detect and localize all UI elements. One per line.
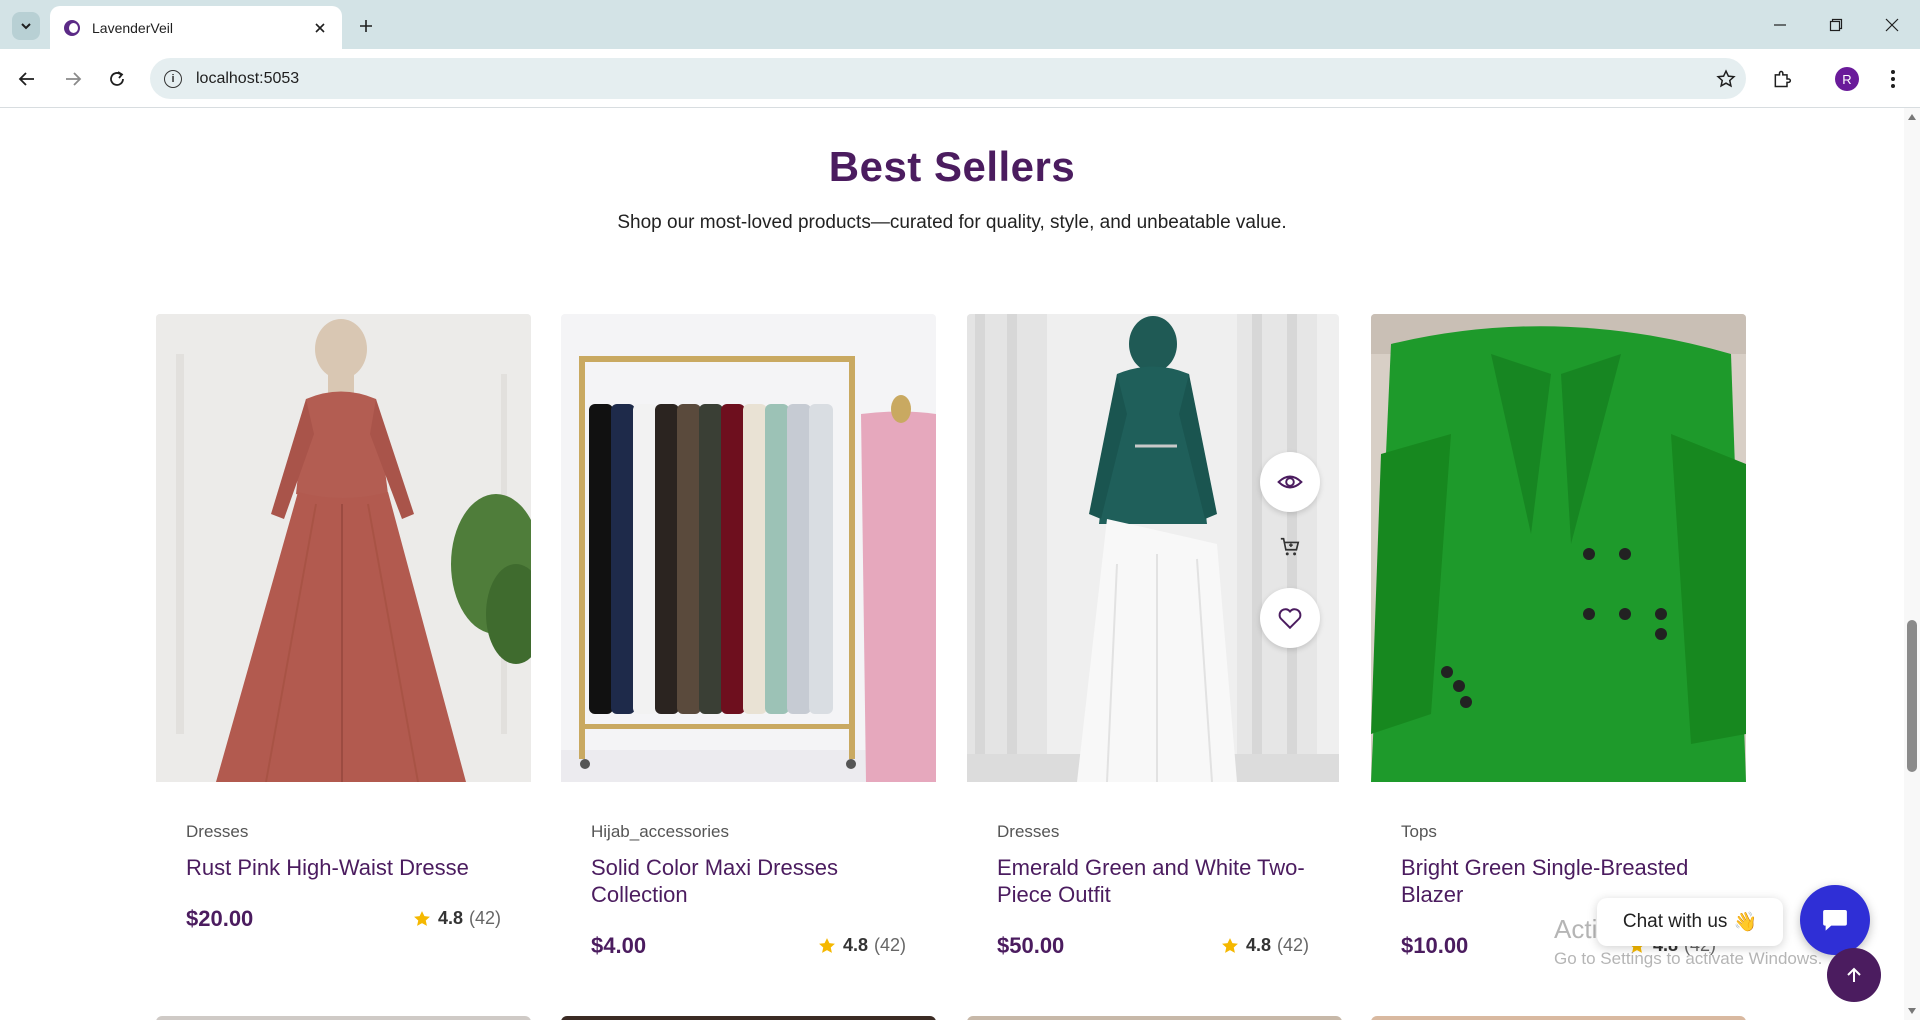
eye-icon xyxy=(1277,475,1303,489)
product-category: Hijab_accessories xyxy=(591,822,729,841)
product-image[interactable] xyxy=(156,314,531,782)
wave-emoji: 👋 xyxy=(1733,912,1758,933)
star-icon xyxy=(414,910,430,926)
browser-tab-bar: LavenderVeil xyxy=(0,0,1920,49)
product-card[interactable]: Hijab_accessories Solid Color Maxi Dress… xyxy=(561,314,936,958)
reload-button[interactable] xyxy=(101,63,133,95)
bookmark-star-button[interactable] xyxy=(1706,68,1746,89)
close-window-button[interactable] xyxy=(1864,0,1920,49)
rating-value: 4.8 xyxy=(437,908,463,928)
close-icon xyxy=(315,22,325,33)
favicon-icon xyxy=(64,19,80,36)
more-vertical-icon xyxy=(1891,70,1895,88)
profile-button[interactable]: R xyxy=(1831,63,1863,95)
next-product-image xyxy=(1371,1016,1746,1020)
cart-icon xyxy=(1280,537,1300,556)
product-rating: 4.8 (42) xyxy=(412,908,501,929)
product-category: Dresses xyxy=(997,822,1060,841)
chat-prompt-label: Chat with us xyxy=(1622,911,1728,932)
star-icon xyxy=(819,937,835,953)
next-product-image xyxy=(967,1016,1342,1020)
scrollbar-thumb[interactable] xyxy=(1907,620,1917,772)
tab-close-button[interactable] xyxy=(310,18,330,38)
back-button[interactable] xyxy=(11,63,43,95)
extensions-button[interactable] xyxy=(1766,63,1798,95)
chevron-down-icon xyxy=(21,23,31,30)
browser-toolbar: i localhost:5053 R xyxy=(0,49,1920,108)
product-name[interactable]: Solid Color Maxi Dresses Collection xyxy=(591,854,921,908)
puzzle-icon xyxy=(1774,70,1792,88)
rating-count: (42) xyxy=(873,935,906,955)
site-info-icon[interactable]: i xyxy=(164,69,182,88)
product-name[interactable]: Emerald Green and White Two-Piece Outfit xyxy=(997,854,1327,908)
browser-tab[interactable]: LavenderVeil xyxy=(50,6,342,49)
product-category: Dresses xyxy=(186,822,249,841)
back-to-top-button[interactable] xyxy=(1827,948,1881,1002)
section-title: Best Sellers xyxy=(828,143,1076,190)
product-name[interactable]: Rust Pink High-Waist Dresse xyxy=(186,854,516,881)
product-image[interactable] xyxy=(1371,314,1746,782)
forward-button[interactable] xyxy=(57,63,89,95)
section-subtitle: Shop our most-loved products—curated for… xyxy=(617,212,1287,233)
new-tab-button[interactable] xyxy=(352,12,380,40)
minimize-icon xyxy=(1774,23,1786,26)
url-text[interactable]: localhost:5053 xyxy=(196,70,1706,88)
product-card[interactable]: Tops Bright Green Single-Breasted Blazer… xyxy=(1371,314,1746,958)
tab-search-button[interactable] xyxy=(12,12,40,40)
rating-value: 4.8 xyxy=(842,935,868,955)
chat-prompt-bubble[interactable]: Chat with us 👋 xyxy=(1597,898,1783,946)
next-product-image xyxy=(561,1016,936,1020)
scroll-down-arrow[interactable] xyxy=(1908,1008,1916,1014)
chat-bubble-icon xyxy=(1823,910,1847,931)
product-price: $4.00 xyxy=(591,933,647,958)
address-bar[interactable]: i localhost:5053 xyxy=(150,58,1746,99)
product-category: Tops xyxy=(1401,822,1437,841)
minimize-button[interactable] xyxy=(1752,0,1808,49)
rating-count: (42) xyxy=(468,908,501,928)
product-price: $20.00 xyxy=(186,906,254,931)
wishlist-button[interactable] xyxy=(1260,588,1320,648)
heart-icon xyxy=(1278,608,1302,630)
scroll-up-arrow[interactable] xyxy=(1908,114,1916,120)
browser-menu-button[interactable] xyxy=(1877,63,1909,95)
window-controls xyxy=(1752,0,1920,49)
quick-view-button[interactable] xyxy=(1260,452,1320,512)
product-price: $50.00 xyxy=(997,933,1065,958)
star-outline-icon xyxy=(1716,68,1736,87)
add-to-cart-button[interactable] xyxy=(1277,534,1303,560)
rating-value: 4.8 xyxy=(1245,935,1271,955)
avatar: R xyxy=(1835,67,1859,91)
star-icon xyxy=(1222,937,1238,953)
page-scrollbar[interactable] xyxy=(1904,108,1920,1020)
rating-count: (42) xyxy=(1276,935,1309,955)
close-icon xyxy=(1885,18,1899,31)
restore-button[interactable] xyxy=(1808,0,1864,49)
product-card[interactable]: Dresses Emerald Green and White Two-Piec… xyxy=(967,314,1339,958)
product-image[interactable] xyxy=(561,314,936,782)
page-viewport: Best Sellers Shop our most-loved product… xyxy=(0,108,1904,1020)
arrow-right-icon xyxy=(66,72,82,86)
arrow-left-icon xyxy=(18,72,34,86)
plus-icon xyxy=(360,20,372,32)
product-price: $10.00 xyxy=(1401,933,1469,958)
product-rating: 4.8 (42) xyxy=(1220,935,1309,956)
arrow-up-icon xyxy=(1847,967,1861,982)
product-rating: 4.8 (42) xyxy=(817,935,906,956)
chat-open-button[interactable] xyxy=(1800,885,1870,955)
next-product-image xyxy=(156,1016,531,1020)
tab-title: LavenderVeil xyxy=(92,19,173,36)
restore-icon xyxy=(1829,18,1843,31)
activation-watermark-text: Go to Settings to activate Windows. xyxy=(1554,949,1823,968)
reload-icon xyxy=(110,71,124,86)
product-card[interactable]: Dresses Rust Pink High-Waist Dresse $20.… xyxy=(156,314,531,931)
